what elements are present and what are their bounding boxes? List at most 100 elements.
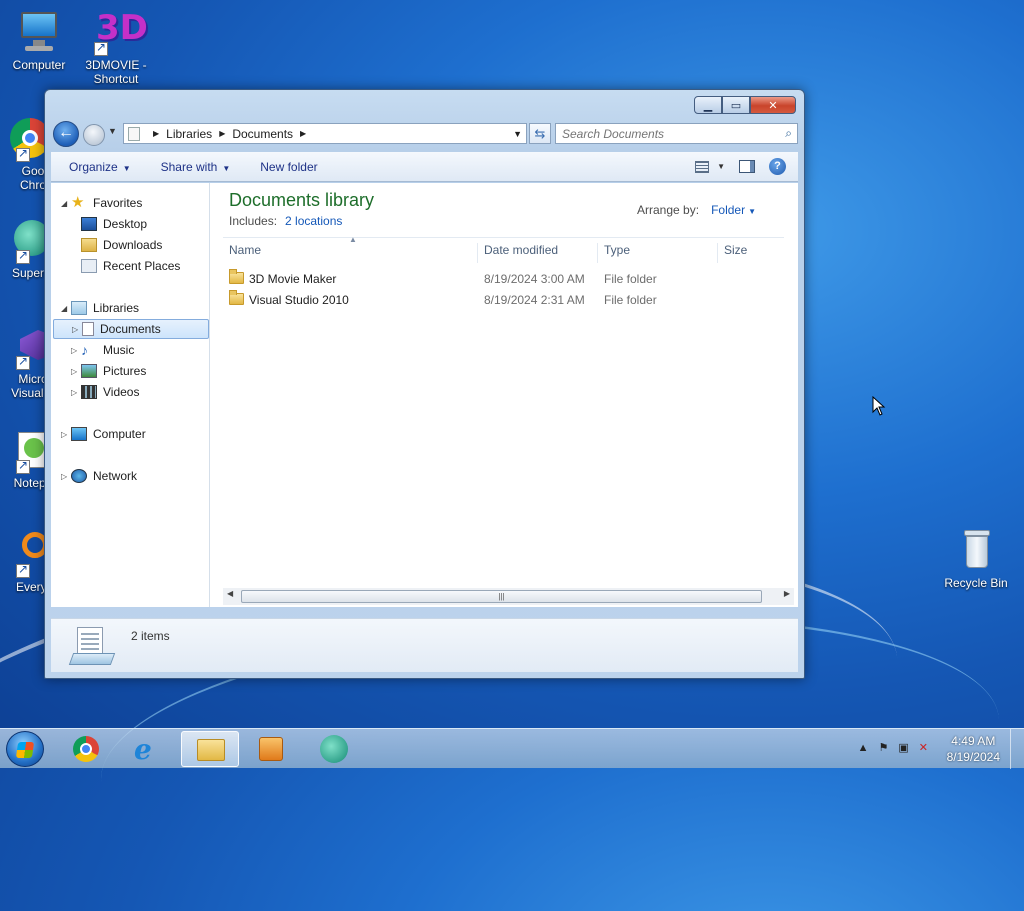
horizontal-scrollbar[interactable]: ◀ ||| ▶ — [223, 588, 794, 605]
expand-icon[interactable]: ▷ — [71, 388, 81, 397]
search-box[interactable]: ⌕ — [555, 123, 798, 144]
share-with-button[interactable]: Share with ▼ — [143, 160, 243, 174]
arrange-by-dropdown[interactable]: Folder — [711, 203, 745, 217]
expand-icon[interactable]: ▷ — [71, 346, 81, 355]
breadcrumb-documents[interactable]: Documents — [232, 127, 293, 141]
nav-recent-places[interactable]: Recent Places — [81, 256, 180, 276]
includes-locations-link[interactable]: 2 locations — [285, 214, 342, 228]
change-view-button[interactable]: ▼ — [695, 160, 725, 173]
start-button[interactable] — [6, 731, 44, 767]
file-name: Visual Studio 2010 — [249, 293, 349, 307]
expand-icon[interactable]: ▷ — [61, 472, 71, 481]
recent-places-icon — [81, 259, 97, 273]
scroll-left-icon[interactable]: ◀ — [227, 589, 233, 598]
details-pane: 2 items — [51, 618, 798, 672]
caption-buttons: ▁ ▭ ✕ — [694, 96, 796, 114]
expand-icon[interactable]: ▷ — [71, 367, 81, 376]
shortcut-arrow-icon — [94, 40, 108, 56]
taskbar-supermium[interactable] — [305, 731, 363, 767]
clock-date: 8/19/2024 — [946, 750, 1000, 764]
maximize-button[interactable]: ▭ — [722, 96, 750, 114]
expand-icon[interactable]: ▷ — [72, 325, 82, 334]
taskbar-internet-explorer[interactable]: e — [120, 731, 178, 767]
forward-button[interactable] — [83, 124, 105, 146]
clock-time: 4:49 AM — [951, 734, 996, 748]
file-view[interactable]: Documents library Includes: 2 locations A… — [211, 183, 798, 607]
search-input[interactable] — [556, 124, 766, 143]
expand-icon[interactable]: ▷ — [61, 430, 71, 439]
windows-explorer-icon — [197, 739, 225, 761]
desktop-icon — [81, 217, 97, 231]
explorer-window[interactable]: ▁ ▭ ✕ ← ▼ ▶ Libraries ▶ Documents ▶ ▼ ⇆ … — [44, 89, 805, 679]
close-button[interactable]: ✕ — [750, 96, 796, 114]
collapse-icon[interactable]: ◢ — [61, 304, 71, 313]
nav-documents[interactable]: ▷ Documents — [53, 319, 209, 339]
breadcrumb-separator-icon[interactable]: ▶ — [300, 129, 306, 138]
desktop-icon-computer[interactable]: Computer — [3, 8, 75, 72]
file-date: 8/19/2024 3:00 AM — [484, 272, 585, 286]
nav-libraries[interactable]: ◢ Libraries — [61, 298, 139, 318]
system-clock[interactable]: 4:49 AM 8/19/2024 — [947, 733, 1000, 765]
everything-search-icon — [2, 530, 50, 578]
column-header-name[interactable]: Name — [223, 243, 478, 263]
search-icon[interactable]: ⌕ — [785, 126, 792, 141]
nav-network[interactable]: ▷ Network — [61, 466, 137, 486]
file-row[interactable]: Visual Studio 2010 8/19/2024 2:31 AM Fil… — [223, 290, 784, 310]
nav-favorites[interactable]: ◢ ★ Favorites — [61, 193, 142, 213]
scroll-right-icon[interactable]: ▶ — [784, 589, 790, 598]
file-date: 8/19/2024 2:31 AM — [484, 293, 585, 307]
recycle-bin-icon — [952, 526, 1000, 574]
taskbar: e ▲ ⚑ ▣ ✕ 4:49 AM 8/19/2024 — [0, 728, 1024, 769]
desktop-icon-3dmovie-shortcut[interactable]: 3D 3DMOVIE - Shortcut — [80, 8, 152, 86]
address-row: ← ▼ ▶ Libraries ▶ Documents ▶ ▼ ⇆ ⌕ — [51, 120, 798, 148]
breadcrumb-separator-icon[interactable]: ▶ — [153, 129, 159, 138]
taskbar-media[interactable] — [242, 731, 300, 767]
column-header-size[interactable]: Size — [718, 243, 778, 263]
item-count: 2 items — [131, 629, 170, 643]
nav-music[interactable]: ▷ ♪ Music — [71, 340, 134, 360]
internet-explorer-icon: e — [134, 733, 152, 766]
address-history-dropdown[interactable]: ▼ — [513, 129, 522, 139]
recent-pages-dropdown[interactable]: ▼ — [108, 126, 117, 136]
nav-pictures[interactable]: ▷ Pictures — [71, 361, 146, 381]
nav-downloads[interactable]: Downloads — [81, 235, 162, 255]
refresh-button[interactable]: ⇆ — [529, 123, 551, 144]
address-bar[interactable]: ▶ Libraries ▶ Documents ▶ ▼ — [123, 123, 527, 144]
desktop-icon-recycle-bin[interactable]: Recycle Bin — [938, 526, 1014, 590]
library-icon — [128, 126, 140, 141]
library-includes: Includes: 2 locations — [229, 214, 343, 228]
nav-desktop[interactable]: Desktop — [81, 214, 147, 234]
back-button[interactable]: ← — [53, 121, 79, 147]
volume-muted-icon[interactable]: ✕ — [919, 741, 928, 754]
column-header-date-modified[interactable]: Date modified — [478, 243, 598, 263]
chevron-down-icon: ▼ — [748, 207, 756, 216]
minimize-button[interactable]: ▁ — [694, 96, 722, 114]
organize-button[interactable]: Organize ▼ — [51, 160, 143, 174]
action-center-flag-icon[interactable]: ⚑ — [879, 741, 889, 754]
notification-area: ▲ ⚑ ▣ ✕ — [858, 741, 928, 755]
breadcrumb-libraries[interactable]: Libraries — [166, 127, 212, 141]
command-bar: Organize ▼ Share with ▼ New folder ▼ ? — [51, 152, 798, 182]
new-folder-button[interactable]: New folder — [242, 160, 329, 174]
scrollbar-thumb[interactable]: ||| — [241, 590, 762, 603]
navigation-pane[interactable]: ◢ ★ Favorites Desktop Downloads Recent P… — [51, 183, 210, 607]
taskbar-windows-explorer[interactable] — [181, 731, 239, 767]
nav-videos[interactable]: ▷ Videos — [71, 382, 139, 402]
show-desktop-button[interactable] — [1010, 729, 1024, 769]
libraries-icon — [71, 301, 87, 315]
nav-computer[interactable]: ▷ Computer — [61, 424, 146, 444]
network-status-icon[interactable]: ▣ — [898, 741, 908, 754]
column-header-type[interactable]: Type — [598, 243, 718, 263]
view-options-icon — [695, 160, 710, 173]
shortcut-arrow-icon — [16, 458, 30, 474]
help-button[interactable]: ? — [769, 158, 786, 175]
taskbar-chrome[interactable] — [58, 731, 116, 767]
preview-pane-button[interactable] — [739, 160, 755, 173]
mouse-cursor-icon — [872, 396, 886, 416]
breadcrumb-separator-icon[interactable]: ▶ — [219, 129, 225, 138]
file-row[interactable]: 3D Movie Maker 8/19/2024 3:00 AM File fo… — [223, 269, 784, 289]
collapse-icon[interactable]: ◢ — [61, 199, 71, 208]
chevron-down-icon: ▼ — [717, 162, 725, 171]
show-hidden-icons-button[interactable]: ▲ — [858, 742, 869, 754]
windows-logo-icon — [15, 742, 35, 758]
